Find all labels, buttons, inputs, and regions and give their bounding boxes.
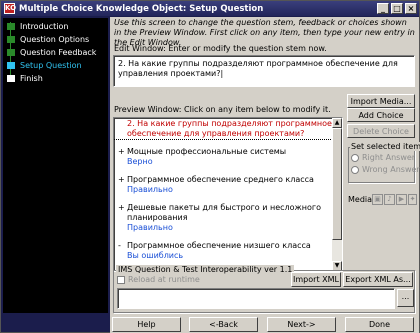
close-icon[interactable]: × xyxy=(405,3,417,14)
preview-window[interactable]: 2. На какие группы подразделяют программ… xyxy=(113,117,343,272)
nav-item-label: Question Options xyxy=(20,35,90,44)
choice-feedback: Верно xyxy=(127,157,153,166)
ims-group-label: IMS Question & Test Interoperability ver… xyxy=(116,265,295,274)
checkbox-label: Reload at runtime xyxy=(128,275,200,284)
title-bar[interactable]: KO Multiple Choice Knowledge Object: Set… xyxy=(1,1,419,16)
step-done-icon xyxy=(7,23,15,30)
choice-feedback: Правильно xyxy=(127,185,173,194)
choice-text: Мощные профессиональные системы xyxy=(127,147,287,156)
choice-text: Дешевые пакеты для быстрого и несложного… xyxy=(127,203,321,222)
question-stem-input[interactable]: 2. На какие группы подразделяют программ… xyxy=(113,55,415,87)
preview-choice[interactable]: + Дешевые пакеты для быстрого и несложно… xyxy=(114,203,342,233)
nav-item-question-options[interactable]: Question Options xyxy=(3,33,108,46)
media-label: Media: xyxy=(348,195,375,204)
next-button[interactable]: Next-> xyxy=(267,317,336,332)
choice-feedback: Вы ошиблись xyxy=(127,251,184,260)
flash-icon[interactable]: ✦ xyxy=(408,194,417,205)
app-icon: KO xyxy=(4,3,17,14)
set-selected-item-label: Set selected item: xyxy=(350,142,420,151)
minimize-icon[interactable]: _ xyxy=(377,3,389,14)
audio-icon[interactable]: ♪ xyxy=(384,194,395,205)
browse-button[interactable]: ... xyxy=(397,289,414,307)
choice-text: Программное обеспечение среднего класса xyxy=(127,175,314,184)
nav-item-question-feedback[interactable]: Question Feedback xyxy=(3,46,108,59)
done-button[interactable]: Done xyxy=(345,317,414,332)
window-title: Multiple Choice Knowledge Object: Setup … xyxy=(19,3,264,14)
wrong-answer-radio[interactable]: Wrong Answer xyxy=(351,165,420,174)
xml-path-input[interactable] xyxy=(117,288,395,309)
scroll-thumb[interactable] xyxy=(332,128,342,240)
app-window: KO Multiple Choice Knowledge Object: Set… xyxy=(0,0,420,333)
import-xml-button[interactable]: Import XML xyxy=(291,272,341,287)
help-button[interactable]: Help xyxy=(112,317,181,332)
radio-icon xyxy=(351,153,359,162)
nav-item-setup-question[interactable]: Setup Question xyxy=(3,59,108,72)
correct-mark: + xyxy=(118,147,125,156)
image-icon[interactable]: ▣ xyxy=(372,194,383,205)
checkbox-icon xyxy=(117,275,125,284)
setup-panel: Use this screen to change the question s… xyxy=(110,17,420,315)
import-media-button[interactable]: Import Media... xyxy=(347,94,415,108)
preview-choice[interactable]: - Программное обеспечение низшего класса… xyxy=(114,241,342,261)
delete-choice-button[interactable]: Delete Choice xyxy=(347,124,415,138)
edit-window-label: Edit Window: Enter or modify the questio… xyxy=(114,44,327,53)
reload-at-runtime-checkbox[interactable]: Reload at runtime xyxy=(117,275,200,284)
nav-item-finish[interactable]: Finish xyxy=(3,72,108,85)
add-choice-button[interactable]: Add Choice xyxy=(347,108,415,122)
nav-item-label: Introduction xyxy=(20,22,69,31)
radio-label: Right Answer xyxy=(362,153,416,162)
export-xml-button[interactable]: Export XML As... xyxy=(343,272,413,287)
step-current-icon xyxy=(7,62,15,69)
video-icon[interactable]: ▶ xyxy=(396,194,407,205)
step-done-icon xyxy=(7,36,15,43)
right-answer-radio[interactable]: Right Answer xyxy=(351,153,415,162)
nav-item-label: Question Feedback xyxy=(20,48,97,57)
nav-item-label: Setup Question xyxy=(20,61,82,70)
preview-choice[interactable]: + Программное обеспечение среднего класс… xyxy=(114,175,342,195)
preview-window-label: Preview Window: Click on any item below … xyxy=(114,105,331,114)
wizard-footer: Help <-Back Next-> Done xyxy=(110,315,419,333)
wrong-mark: - xyxy=(118,241,121,250)
step-done-icon xyxy=(7,49,15,56)
radio-icon xyxy=(351,165,359,174)
wizard-steps-nav: Introduction Question Options Question F… xyxy=(3,18,108,313)
choice-feedback: Правильно xyxy=(127,223,173,232)
preview-scrollbar[interactable]: ▲ ▼ xyxy=(332,118,342,271)
radio-label: Wrong Answer xyxy=(362,165,420,174)
scroll-up-icon[interactable]: ▲ xyxy=(332,118,342,128)
maximize-icon[interactable]: □ xyxy=(391,3,403,14)
preview-question-stem[interactable]: 2. На какие группы подразделяют программ… xyxy=(114,118,342,140)
step-pending-icon xyxy=(7,75,15,82)
nav-item-introduction[interactable]: Introduction xyxy=(3,20,108,33)
correct-mark: + xyxy=(118,203,125,212)
preview-choice[interactable]: + Мощные профессиональные системы Верно xyxy=(114,147,342,167)
back-button[interactable]: <-Back xyxy=(189,317,258,332)
correct-mark: + xyxy=(118,175,125,184)
choice-text: Программное обеспечение низшего класса xyxy=(127,241,311,250)
nav-item-label: Finish xyxy=(20,74,43,83)
